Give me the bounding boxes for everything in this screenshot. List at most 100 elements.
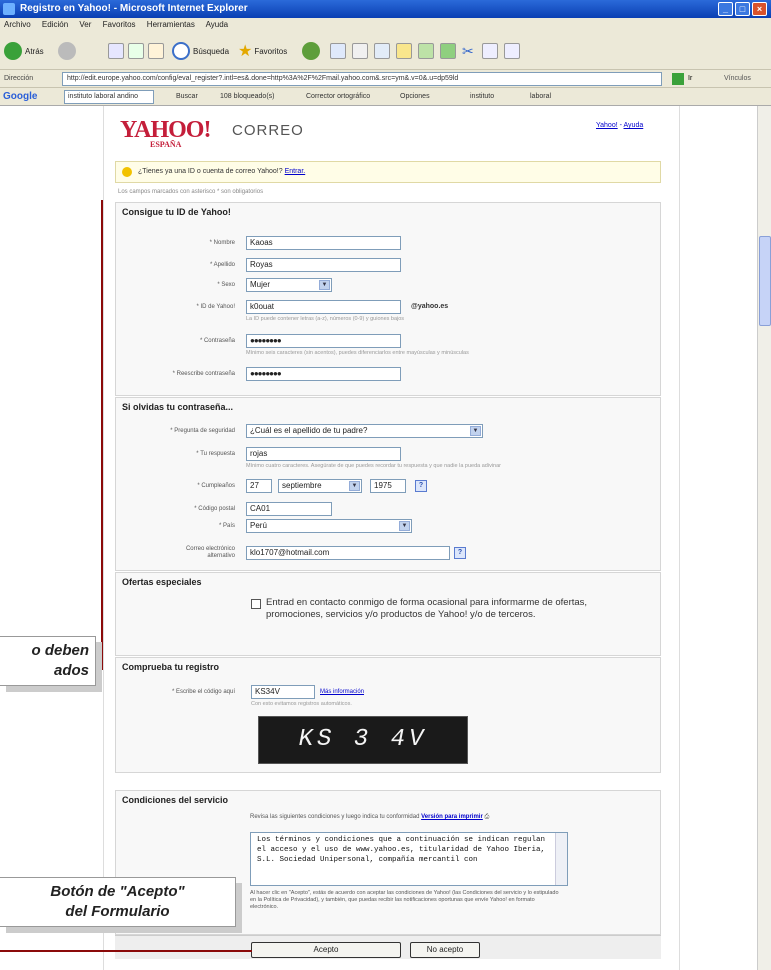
google-toolbar: Google instituto laboral andino Buscar 1…: [0, 88, 771, 106]
paste-button[interactable]: [504, 40, 522, 62]
star-icon: ★: [238, 43, 253, 60]
edit-button[interactable]: [374, 40, 392, 62]
birthday-label: * Cumpleaños: [197, 483, 235, 489]
menu-favoritos[interactable]: Favoritos: [103, 20, 136, 29]
maximize-button[interactable]: □: [735, 2, 750, 16]
close-button[interactable]: ×: [752, 2, 767, 16]
minimize-button[interactable]: _: [718, 2, 733, 16]
yid-hint: La ID puede contener letras (a-z), númer…: [246, 316, 405, 322]
terms-scrollbar[interactable]: [555, 833, 567, 885]
row-password-confirm: * Reescribe contraseña ●●●●●●●●: [115, 367, 661, 381]
home-icon: [148, 43, 164, 59]
go-button[interactable]: Ir: [688, 70, 692, 88]
nombre-input[interactable]: Kaoas: [246, 236, 401, 250]
password-confirm-input[interactable]: ●●●●●●●●: [246, 367, 401, 381]
menu-ayuda[interactable]: Ayuda: [206, 20, 229, 29]
row-birthday: * Cumpleaños 27 septiembre ▼ 1975 ?: [115, 479, 661, 493]
signin-link[interactable]: Entrar.: [285, 168, 306, 175]
history-icon: [302, 42, 320, 60]
help-icon[interactable]: ?: [454, 547, 466, 559]
birth-day-input[interactable]: 27: [246, 479, 272, 493]
cut-button[interactable]: ✂: [462, 40, 474, 62]
links-label[interactable]: Vínculos: [724, 70, 751, 88]
ie-icon: [3, 3, 15, 15]
print-button[interactable]: [352, 40, 370, 62]
terms-textarea[interactable]: Los términos y condiciones que a continu…: [250, 832, 568, 886]
row-sexo: * Sexo Mujer ▼: [115, 278, 661, 292]
section-title-password: Si olvidas tu contraseña...: [122, 402, 234, 412]
menu-archivo[interactable]: Archivo: [4, 20, 31, 29]
help-icon[interactable]: ?: [415, 480, 427, 492]
annotation-bracket-line: [101, 200, 103, 670]
copy-icon: [482, 43, 498, 59]
favorites-button[interactable]: ★ Favoritos: [238, 40, 287, 62]
signin-notice: ¿Tienes ya una ID o cuenta de correo Yah…: [115, 161, 661, 183]
decline-button[interactable]: No acepto: [410, 942, 480, 958]
printer-icon[interactable]: ⎙: [484, 814, 489, 820]
yid-input[interactable]: k0ouat: [246, 300, 401, 314]
alt-email-label: Correo electrónico alternativo: [185, 546, 235, 559]
stop-button[interactable]: [108, 40, 126, 62]
annotation-accept-button: Botón de "Acepto" del Formulario: [0, 877, 236, 927]
offers-checkbox[interactable]: [251, 599, 261, 609]
scrollbar-thumb[interactable]: [759, 236, 771, 326]
row-security-question: * Pregunta de seguridad ¿Cuál es el apel…: [115, 424, 661, 438]
apellido-input[interactable]: Royas: [246, 258, 401, 272]
more-info-link[interactable]: Más información: [320, 685, 364, 699]
help-link[interactable]: Ayuda: [624, 122, 644, 129]
messenger-button[interactable]: [396, 40, 414, 62]
answer-input[interactable]: rojas: [246, 447, 401, 461]
back-button[interactable]: Atrás: [4, 40, 44, 62]
back-arrow-icon: [4, 42, 22, 60]
row-yahoo-id: * ID de Yahoo! k0ouat @yahoo.es La ID pu…: [115, 300, 661, 322]
google-options-button[interactable]: Opciones: [400, 88, 430, 106]
question-label: * Pregunta de seguridad: [170, 428, 235, 434]
spellcheck-button[interactable]: Corrector ortográfico: [306, 88, 370, 106]
home-button[interactable]: [148, 40, 166, 62]
sexo-select[interactable]: Mujer ▼: [246, 278, 332, 292]
tool-button-1[interactable]: [440, 40, 458, 62]
google-logo[interactable]: Google: [3, 88, 37, 106]
required-fields-note: Los campos marcados con asterisco * son …: [118, 189, 264, 195]
history-button[interactable]: [302, 40, 323, 62]
menu-edicion[interactable]: Edición: [42, 20, 68, 29]
refresh-button[interactable]: [128, 40, 146, 62]
zip-input[interactable]: CA01: [246, 502, 332, 516]
scissors-icon: ✂: [462, 42, 474, 59]
go-icon[interactable]: [672, 73, 684, 85]
accept-button[interactable]: Acepto: [251, 942, 401, 958]
popup-blocked-counter[interactable]: 108 bloqueado(s): [220, 88, 275, 106]
captcha-input[interactable]: KS34V: [251, 685, 315, 699]
url-input[interactable]: http://edit.europe.yahoo.com/config/eval…: [62, 72, 662, 86]
nombre-label: * Nombre: [209, 240, 235, 246]
annotation-pointer-line: [0, 950, 252, 952]
birth-year-input[interactable]: 1975: [370, 479, 406, 493]
google-search-button[interactable]: Buscar: [176, 88, 198, 106]
highlight-instituto[interactable]: instituto: [470, 88, 494, 106]
menu-ver[interactable]: Ver: [79, 20, 91, 29]
security-question-select[interactable]: ¿Cuál es el apellido de tu padre? ▼: [246, 424, 483, 438]
vertical-scrollbar[interactable]: [757, 106, 771, 970]
search-button[interactable]: Búsqueda: [172, 40, 229, 62]
captcha-hint: Con esto evitamos registros automáticos.: [251, 701, 352, 707]
yahoo-home-link[interactable]: Yahoo!: [596, 122, 618, 129]
copy-button[interactable]: [482, 40, 500, 62]
annotation-required-fields: o deben ados: [0, 636, 96, 686]
yid-label: * ID de Yahoo!: [196, 304, 235, 310]
yahoo-logo[interactable]: YAHOO! ESPAÑA: [120, 117, 211, 149]
terms-text: Los términos y condiciones que a continu…: [257, 836, 546, 864]
research-button[interactable]: [418, 40, 436, 62]
password-input[interactable]: ●●●●●●●●: [246, 334, 401, 348]
row-password: * Contraseña ●●●●●●●● Mínimo seis caract…: [115, 334, 661, 356]
highlight-laboral[interactable]: laboral: [530, 88, 551, 106]
menu-herramientas[interactable]: Herramientas: [147, 20, 195, 29]
google-search-input[interactable]: instituto laboral andino: [64, 90, 154, 104]
print-version-link[interactable]: Versión para imprimir: [421, 814, 483, 820]
birth-month-select[interactable]: septiembre ▼: [278, 479, 362, 493]
forward-button[interactable]: [58, 40, 79, 62]
answer-label: * Tu respuesta: [196, 451, 235, 457]
mail-button[interactable]: [330, 40, 348, 62]
alt-email-input[interactable]: klo1707@hotmail.com: [246, 546, 450, 560]
row-alt-email: Correo electrónico alternativo klo1707@h…: [115, 546, 661, 560]
country-select[interactable]: Perú ▼: [246, 519, 412, 533]
